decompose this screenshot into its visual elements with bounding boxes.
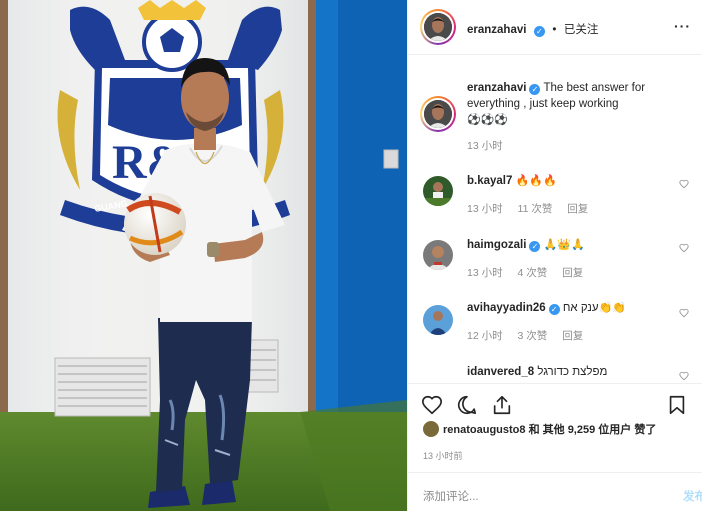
comments-list[interactable]: eranzahavi ✓ The best answer for everythi… — [408, 56, 702, 382]
author-avatar[interactable] — [420, 9, 456, 45]
comment-meta: 13 小时 4 次赞 回复 — [467, 265, 595, 280]
caption-avatar[interactable] — [420, 96, 456, 132]
follow-status-button[interactable]: 已关注 — [564, 24, 599, 36]
comment-icon[interactable] — [456, 394, 478, 416]
comment-meta: 12 小时 3 次赞 回复 — [467, 328, 595, 343]
bookmark-icon[interactable] — [666, 394, 688, 416]
comment-heart-icon[interactable] — [679, 371, 689, 381]
comment-avatar-image — [423, 176, 453, 206]
comment-likes-count[interactable]: 3 次赞 — [518, 330, 548, 342]
author-username[interactable]: eranzahavi — [467, 24, 526, 36]
add-comment-bar: 添加评论... 发布 — [408, 472, 702, 511]
verified-badge-icon: ✓ — [533, 26, 545, 37]
post-photo[interactable]: R& GUANG SI — [0, 0, 407, 511]
action-bar — [408, 383, 702, 421]
more-options-icon[interactable]: ··· — [674, 18, 691, 34]
likes-count-text[interactable]: 和 其他 9,259 位用户 赞了 — [529, 424, 657, 436]
comment-avatar-image — [423, 305, 453, 335]
comment-text: 🔥🔥🔥 — [515, 175, 557, 187]
caption-avatar-image — [424, 100, 452, 128]
comment-username[interactable]: avihayyadin26 — [467, 302, 546, 314]
post-details-panel: eranzahavi ✓ • 已关注 ··· eranzahavi ✓ The … — [407, 0, 702, 511]
comment-likes-count[interactable]: 11 次赞 — [518, 203, 553, 215]
caption-text-block: eranzahavi ✓ The best answer for everythi… — [467, 80, 667, 128]
likes-summary[interactable]: renatoaugusto8 和 其他 9,259 位用户 赞了 — [423, 421, 656, 441]
comment-avatar[interactable] — [423, 176, 453, 206]
comment-time: 13 小时 — [467, 203, 503, 215]
header-separator: • — [552, 24, 557, 36]
reply-button[interactable]: 回复 — [567, 203, 588, 215]
caption-time: 13 小时 — [467, 140, 503, 152]
verified-badge-icon: ✓ — [529, 84, 541, 95]
comment-heart-icon[interactable] — [679, 179, 689, 189]
liker-username[interactable]: renatoaugusto8 — [443, 424, 526, 436]
comment-time: 12 小时 — [467, 330, 503, 342]
post-photo-image: R& GUANG SI — [0, 0, 407, 511]
post-header: eranzahavi ✓ • 已关注 ··· — [408, 0, 702, 55]
soccer-ball — [124, 193, 186, 255]
comment-time: 13 小时 — [467, 267, 503, 279]
caption-emoji: ⚽⚽⚽ — [467, 114, 509, 126]
comment-emoji: 👏👏 — [598, 302, 626, 314]
liker-avatar — [423, 421, 439, 437]
post-comment-button[interactable]: 发布 — [683, 488, 702, 504]
caption-username[interactable]: eranzahavi — [467, 82, 526, 94]
comment-heart-icon[interactable] — [679, 243, 689, 253]
comment-text: מפלצת כדורגל — [537, 366, 608, 378]
reply-button[interactable]: 回复 — [562, 267, 583, 279]
comment-avatar[interactable] — [423, 240, 453, 270]
heart-icon[interactable] — [421, 394, 443, 416]
comment-text: 🙏👑🙏 — [543, 239, 585, 251]
reply-button[interactable]: 回复 — [562, 330, 583, 342]
comment-meta: 13 小时 11 次赞 回复 — [467, 201, 600, 216]
verified-badge-icon: ✓ — [548, 304, 560, 315]
author-avatar-image — [424, 13, 452, 41]
comment-input[interactable]: 添加评论... — [423, 488, 479, 504]
comment-username[interactable]: haimgozali — [467, 239, 526, 251]
comment-heart-icon[interactable] — [679, 308, 689, 318]
comment-text: ענק אח — [562, 302, 599, 314]
comment-likes-count[interactable]: 4 次赞 — [518, 267, 548, 279]
verified-badge-icon: ✓ — [529, 241, 541, 252]
comment-username[interactable]: b.kayal7 — [467, 175, 512, 187]
comment-username[interactable]: idanvered_8 — [467, 366, 534, 378]
comment-avatar-image — [423, 240, 453, 270]
post-timestamp: 13 小时前 — [423, 451, 463, 461]
share-icon[interactable] — [491, 394, 513, 416]
comment-avatar[interactable] — [423, 305, 453, 335]
